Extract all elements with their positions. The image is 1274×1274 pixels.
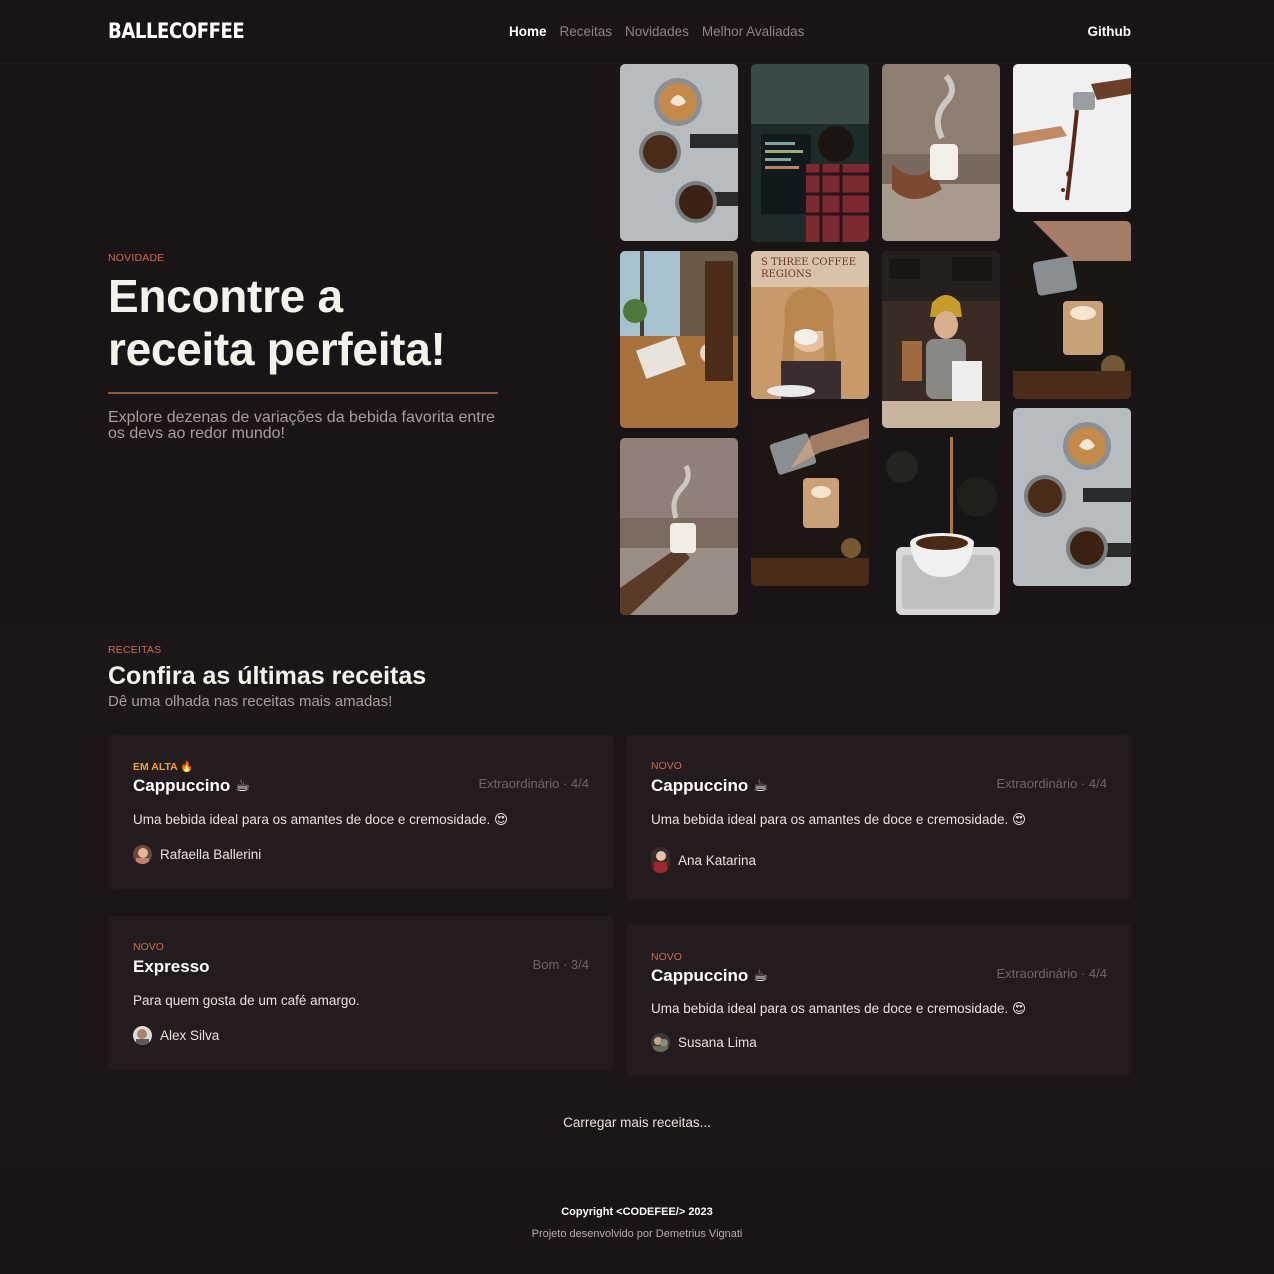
author-name: Susana Lima <box>678 1035 757 1050</box>
developer-with-code-photo <box>751 64 869 242</box>
new-badge: NOVO <box>133 941 164 953</box>
latte-pour-closeup-photo <box>751 408 869 586</box>
recipe-title[interactable]: Expresso <box>133 957 210 977</box>
nav-link-melhor-avaliadas[interactable]: Melhor Avaliadas <box>702 24 805 39</box>
avatar <box>651 847 670 873</box>
recipe-card[interactable]: NOVO Cappuccino ☕ Extraordinário · 4/4 U… <box>626 925 1132 1075</box>
barista-pouring-latte-photo <box>1013 221 1131 399</box>
recipe-card[interactable]: NOVO Expresso Bom · 3/4 Para quem gosta … <box>108 916 614 1070</box>
recipe-description: Uma bebida ideal para os amantes de doce… <box>651 812 1027 827</box>
hero-text-block: NOVIDADE Encontre a receita perfeita! Ex… <box>108 252 508 442</box>
pouring-coffee-stream-photo <box>1013 64 1131 212</box>
hero-divider <box>108 392 498 394</box>
steaming-mug-by-window-photo <box>620 438 738 615</box>
recipes-subtitle: Dê uma olhada nas receitas mais amadas! <box>108 693 393 710</box>
recipe-author[interactable]: Alex Silva <box>133 1026 219 1045</box>
author-name: Rafaella Ballerini <box>160 847 262 862</box>
footer: Copyright <CODEFEE/> 2023 Projeto desenv… <box>0 1169 1274 1274</box>
recipe-description: Uma bebida ideal para os amantes de doce… <box>651 1001 1027 1016</box>
nav-link-receitas[interactable]: Receitas <box>560 24 613 39</box>
hand-holding-mug-photo <box>882 64 1000 241</box>
recipe-title[interactable]: Cappuccino ☕ <box>651 966 768 986</box>
credits: Projeto desenvolvido por Demetrius Vigna… <box>531 1228 743 1240</box>
hero-title-line-1: Encontre a <box>108 270 343 322</box>
recipe-rating: Extraordinário · 4/4 <box>996 776 1107 791</box>
nav-links: Home Receitas Novidades Melhor Avaliadas <box>509 24 804 39</box>
hero-title-line-2: receita perfeita! <box>108 323 446 375</box>
svg-text:S THREE COFFEE: S THREE COFFEE <box>761 257 856 268</box>
cafe-window-table-photo <box>620 251 738 428</box>
recipe-title[interactable]: Cappuccino ☕ <box>651 776 768 796</box>
top-navbar: BALLECOFFEE Home Receitas Novidades Melh… <box>0 0 1274 64</box>
coffee-drip-into-cup-photo <box>882 437 1000 615</box>
recipe-author[interactable]: Rafaella Ballerini <box>133 845 261 864</box>
author-name: Ana Katarina <box>678 852 757 868</box>
recipe-description: Uma bebida ideal para os amantes de doce… <box>133 812 509 827</box>
new-badge: NOVO <box>651 951 682 963</box>
recipe-rating: Extraordinário · 4/4 <box>996 966 1107 981</box>
recipes-section: RECEITAS Confira as últimas receitas Dê … <box>0 624 1274 1169</box>
latte-art-and-beans-photo-2 <box>1013 408 1131 586</box>
recipe-rating: Extraordinário · 4/4 <box>478 776 589 791</box>
copyright: Copyright <CODEFEE/> 2023 <box>561 1206 713 1218</box>
brand-logo[interactable]: BALLECOFFEE <box>108 19 245 43</box>
recipes-eyebrow: RECEITAS <box>108 644 162 656</box>
hero-subtitle: Explore dezenas de variações da bebida f… <box>108 409 495 442</box>
hero-title: Encontre a receita perfeita! <box>108 270 508 376</box>
woman-drinking-coffee-photo: S THREE COFFEE REGIONS <box>751 251 869 399</box>
recipes-title: Confira as últimas receitas <box>108 662 427 690</box>
svg-text:REGIONS: REGIONS <box>761 269 812 280</box>
nav-link-novidades[interactable]: Novidades <box>625 24 689 39</box>
hero-eyebrow: NOVIDADE <box>108 252 165 264</box>
trending-badge: EM ALTA 🔥 <box>133 761 194 773</box>
recipe-card[interactable]: NOVO Cappuccino ☕ Extraordinário · 4/4 U… <box>626 735 1132 899</box>
nav-link-home[interactable]: Home <box>509 24 547 39</box>
recipe-description: Para quem gosta de um café amargo. <box>133 993 360 1008</box>
new-badge: NOVO <box>651 760 682 772</box>
load-more-button[interactable]: Carregar mais receitas... <box>0 1115 1274 1130</box>
avatar <box>133 845 152 864</box>
hero-section: NOVIDADE Encontre a receita perfeita! Ex… <box>0 64 1274 624</box>
github-link[interactable]: Github <box>1088 24 1132 39</box>
barista-in-yellow-hat-photo <box>882 251 1000 428</box>
recipe-author[interactable]: Ana Katarina <box>651 847 756 873</box>
latte-art-and-beans-photo <box>620 64 738 241</box>
recipe-title[interactable]: Cappuccino ☕ <box>133 776 250 796</box>
avatar <box>651 1033 670 1052</box>
recipe-card[interactable]: EM ALTA 🔥 Cappuccino ☕ Extraordinário · … <box>108 735 614 889</box>
recipe-author[interactable]: Susana Lima <box>651 1033 757 1052</box>
recipe-rating: Bom · 3/4 <box>532 957 589 972</box>
author-name: Alex Silva <box>160 1028 220 1043</box>
avatar <box>133 1026 152 1045</box>
